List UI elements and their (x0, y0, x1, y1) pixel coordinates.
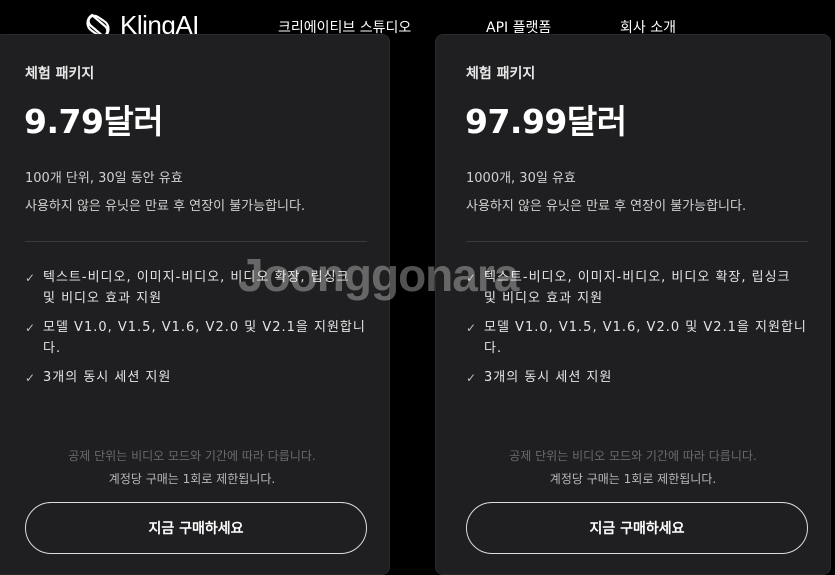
check-icon: ✓ (25, 321, 36, 335)
plan-price: 97.99달러 (465, 102, 627, 141)
feature-text: 3개의 동시 세션 지원 (43, 370, 172, 385)
deduction-note: 공제 단위는 비디오 모드와 기간에 따라 다릅니다. (68, 449, 316, 463)
feature-text: 텍스트-비디오, 이미지-비디오, 비디오 확장, 립싱크 및 비디오 효과 지… (43, 270, 350, 306)
feature-item: ✓ 텍스트-비디오, 이미지-비디오, 비디오 확장, 립싱크 및 비디오 효과… (25, 267, 367, 309)
check-icon: ✓ (466, 271, 477, 285)
feature-text: 텍스트-비디오, 이미지-비디오, 비디오 확장, 립싱크 및 비디오 효과 지… (484, 270, 791, 306)
plan-card-trial-small: 체험 패키지 9.79달러 100개 단위, 30일 동안 유효 사용하지 않은… (0, 34, 390, 575)
feature-item: ✓ 3개의 동시 세션 지원 (466, 367, 808, 390)
plan-price: 9.79달러 (24, 102, 164, 141)
feature-item: ✓ 3개의 동시 세션 지원 (25, 367, 367, 390)
check-icon: ✓ (25, 371, 36, 385)
feature-item: ✓ 텍스트-비디오, 이미지-비디오, 비디오 확장, 립싱크 및 비디오 효과… (466, 267, 808, 309)
deduction-note: 공제 단위는 비디오 모드와 기간에 따라 다릅니다. (509, 449, 757, 463)
plan-expiry-note: 사용하지 않은 유닛은 만료 후 연장이 불가능합니다. (25, 199, 306, 214)
feature-list: ✓ 텍스트-비디오, 이미지-비디오, 비디오 확장, 립싱크 및 비디오 효과… (25, 267, 367, 398)
buy-now-button[interactable]: 지금 구매하세요 (25, 502, 367, 554)
feature-text: 모델 V1.0, V1.5, V1.6, V2.0 및 V2.1을 지원합니다. (43, 320, 366, 356)
check-icon: ✓ (466, 371, 477, 385)
check-icon: ✓ (25, 271, 36, 285)
feature-item: ✓ 모델 V1.0, V1.5, V1.6, V2.0 및 V2.1을 지원합니… (466, 317, 808, 359)
feature-item: ✓ 모델 V1.0, V1.5, V1.6, V2.0 및 V2.1을 지원합니… (25, 317, 367, 359)
purchase-limit-note: 계정당 구매는 1회로 제한됩니다. (108, 472, 276, 486)
feature-list: ✓ 텍스트-비디오, 이미지-비디오, 비디오 확장, 립싱크 및 비디오 효과… (466, 267, 808, 398)
plan-card-trial-large: 체험 패키지 97.99달러 1000개, 30일 유효 사용하지 않은 유닛은… (435, 34, 831, 575)
plan-units-validity: 100개 단위, 30일 동안 유효 (25, 171, 183, 186)
plan-expiry-note: 사용하지 않은 유닛은 만료 후 연장이 불가능합니다. (466, 199, 747, 214)
plan-name: 체험 패키지 (25, 66, 95, 82)
plan-units-validity: 1000개, 30일 유효 (466, 171, 576, 186)
plan-name: 체험 패키지 (466, 66, 536, 82)
feature-text: 모델 V1.0, V1.5, V1.6, V2.0 및 V2.1을 지원합니다. (484, 320, 807, 356)
feature-text: 3개의 동시 세션 지원 (484, 370, 613, 385)
purchase-limit-note: 계정당 구매는 1회로 제한됩니다. (549, 472, 717, 486)
buy-now-button[interactable]: 지금 구매하세요 (466, 502, 808, 554)
divider (25, 241, 367, 242)
check-icon: ✓ (466, 321, 477, 335)
divider (466, 241, 808, 242)
